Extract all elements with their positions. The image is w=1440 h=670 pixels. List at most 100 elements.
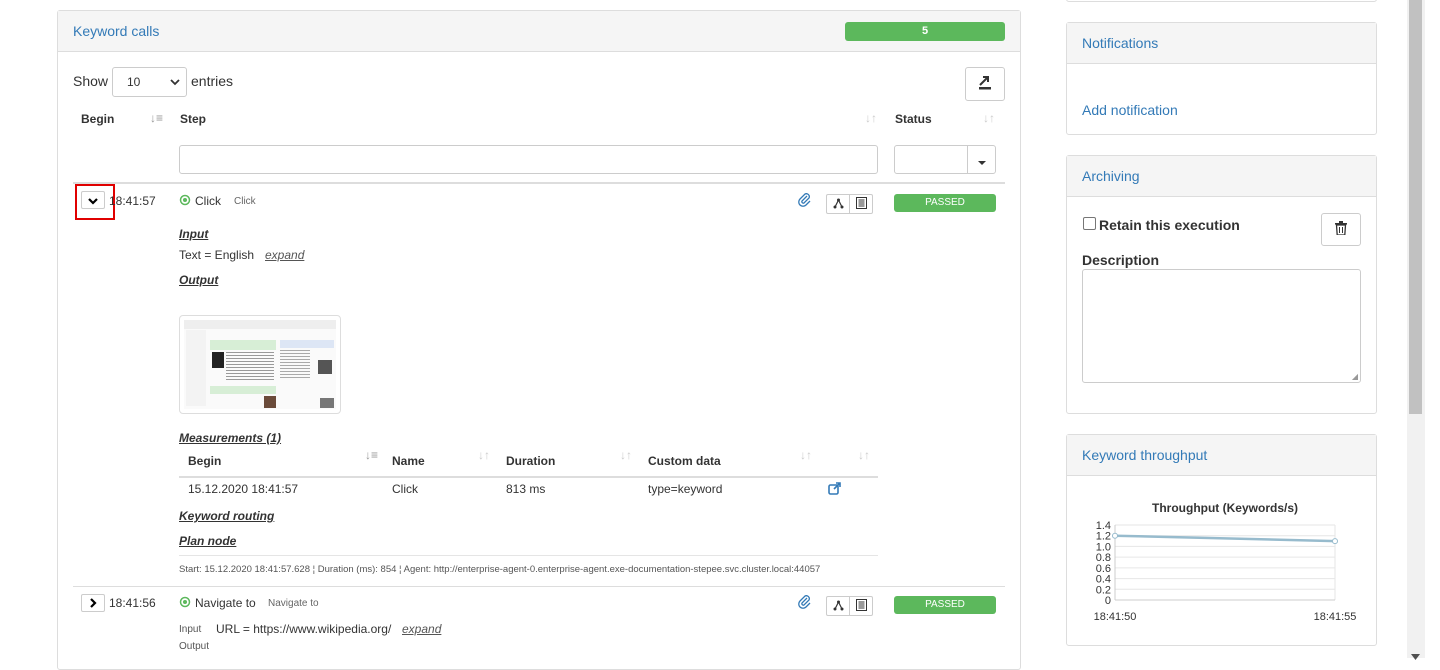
tree-view-button[interactable] [826, 596, 850, 616]
list-icon [855, 196, 867, 212]
delete-button[interactable] [1321, 213, 1361, 246]
keyword-count-badge: 5 [845, 22, 1005, 41]
sort-icon[interactable]: ↓↑ [620, 448, 632, 462]
entries-select-value: 10 [127, 75, 141, 89]
expand-link[interactable]: expand [265, 248, 304, 262]
retain-label[interactable]: Retain this execution [1099, 217, 1240, 233]
data-point [1332, 538, 1338, 545]
resize-handle-icon[interactable]: ◢ [1352, 372, 1358, 381]
status-badge: PASSED [894, 194, 996, 212]
step-filter-input[interactable] [179, 145, 878, 174]
scrollbar-thumb[interactable] [1409, 0, 1422, 414]
measurements-label[interactable]: Measurements (1) [179, 431, 281, 445]
sort-icon[interactable]: ↓↑ [983, 111, 995, 125]
status-filter-select[interactable] [894, 145, 996, 174]
series-line [1114, 534, 1336, 543]
export-button[interactable] [965, 67, 1005, 101]
footer-divider [179, 555, 878, 556]
input-value: Text = English [179, 248, 255, 262]
sort-asc-icon[interactable]: ↓≡ [365, 448, 378, 462]
data-point [1112, 532, 1118, 539]
measure-col-duration[interactable]: Duration [506, 454, 555, 468]
row-time: 18:41:56 [109, 596, 156, 610]
notifications-panel: Notifications Add notification [1066, 22, 1377, 135]
details-button[interactable] [849, 596, 873, 616]
archiving-header: Archiving [1067, 156, 1376, 197]
expand-row-button[interactable] [81, 594, 105, 612]
measure-col-custom[interactable]: Custom data [648, 454, 721, 468]
description-label: Description [1082, 252, 1160, 268]
show-label: Show [73, 73, 109, 89]
column-begin[interactable]: Begin [81, 112, 114, 126]
status-badge: PASSED [894, 596, 996, 614]
header-divider [73, 182, 1005, 184]
notifications-header: Notifications [1067, 23, 1376, 64]
export-icon [977, 75, 993, 94]
throughput-panel: Keyword throughput Throughput (Keywords/… [1066, 434, 1377, 646]
sort-icon[interactable]: ↓↑ [800, 448, 812, 462]
notifications-title: Notifications [1082, 35, 1159, 51]
tree-view-button[interactable] [826, 194, 850, 214]
vertical-scrollbar[interactable] [1407, 0, 1425, 660]
attachment-icon[interactable] [798, 193, 812, 210]
measure-begin-value: 15.12.2020 18:41:57 [188, 482, 299, 496]
status-circle-icon [179, 596, 191, 611]
list-icon [855, 598, 867, 614]
output-label[interactable]: Output [179, 273, 218, 287]
attachment-icon[interactable] [798, 595, 812, 612]
sort-icon[interactable]: ↓↑ [865, 111, 877, 125]
sort-icon[interactable]: ↓↑ [478, 448, 490, 462]
step-type: Navigate to [268, 598, 319, 609]
scroll-down-icon[interactable] [1411, 648, 1420, 663]
throughput-title: Keyword throughput [1082, 447, 1208, 463]
input-label[interactable]: Input [179, 624, 201, 635]
chart-title: Throughput (Keywords/s) [1152, 501, 1298, 515]
status-circle-icon [179, 194, 191, 209]
measure-divider [179, 476, 878, 478]
throughput-header: Keyword throughput [1067, 435, 1376, 476]
entries-label: entries [191, 73, 234, 89]
keyword-calls-title: Keyword calls [73, 23, 160, 39]
archiving-panel: Archiving Retain this execution Descript… [1066, 155, 1377, 414]
trash-icon [1335, 221, 1347, 238]
measure-col-begin[interactable]: Begin [188, 454, 221, 468]
execution-footer: Start: 15.12.2020 18:41:57.628 ¦ Duratio… [179, 564, 821, 575]
expand-link[interactable]: expand [402, 622, 441, 636]
input-value: URL = https://www.wikipedia.org/ [216, 622, 392, 636]
retain-checkbox[interactable] [1083, 217, 1096, 230]
row-time: 18:41:57 [109, 194, 156, 208]
y-tick-label: 0 [1105, 595, 1111, 607]
input-label[interactable]: Input [179, 227, 208, 241]
column-status[interactable]: Status [895, 112, 932, 126]
plan-node-label[interactable]: Plan node [179, 534, 236, 548]
sort-desc-icon[interactable]: ↓≡ [150, 111, 163, 125]
tree-icon [833, 197, 844, 212]
description-textarea[interactable]: ◢ [1082, 269, 1361, 383]
step-name[interactable]: Navigate to [195, 596, 256, 610]
entries-select[interactable]: 10 [112, 67, 187, 97]
measure-col-name[interactable]: Name [392, 454, 425, 468]
step-type: Click [234, 196, 256, 207]
chevron-right-icon [89, 596, 97, 611]
add-notification-link[interactable]: Add notification [1082, 102, 1178, 118]
screenshot-thumbnail[interactable] [179, 315, 341, 414]
archiving-title: Archiving [1082, 168, 1140, 184]
x-tick-label: 18:41:50 [1094, 611, 1137, 623]
top-panel-edge [1066, 0, 1377, 2]
column-step[interactable]: Step [180, 112, 206, 126]
measure-custom-value: type=keyword [648, 482, 723, 496]
keyword-routing-label[interactable]: Keyword routing [179, 509, 274, 523]
sort-icon[interactable]: ↓↑ [858, 448, 870, 462]
tree-icon [833, 599, 844, 614]
throughput-chart: Throughput (Keywords/s)1.41.21.00.80.60.… [1094, 501, 1357, 623]
chevron-down-icon [170, 76, 180, 91]
step-name[interactable]: Click [195, 194, 221, 208]
caret-down-icon [977, 155, 987, 170]
external-link-icon[interactable] [828, 482, 841, 498]
measure-name-value: Click [392, 482, 418, 496]
row-divider [73, 586, 1005, 587]
x-tick-label: 18:41:55 [1314, 611, 1357, 623]
details-button[interactable] [849, 194, 873, 214]
output-label[interactable]: Output [179, 641, 209, 652]
measure-duration-value: 813 ms [506, 482, 546, 496]
